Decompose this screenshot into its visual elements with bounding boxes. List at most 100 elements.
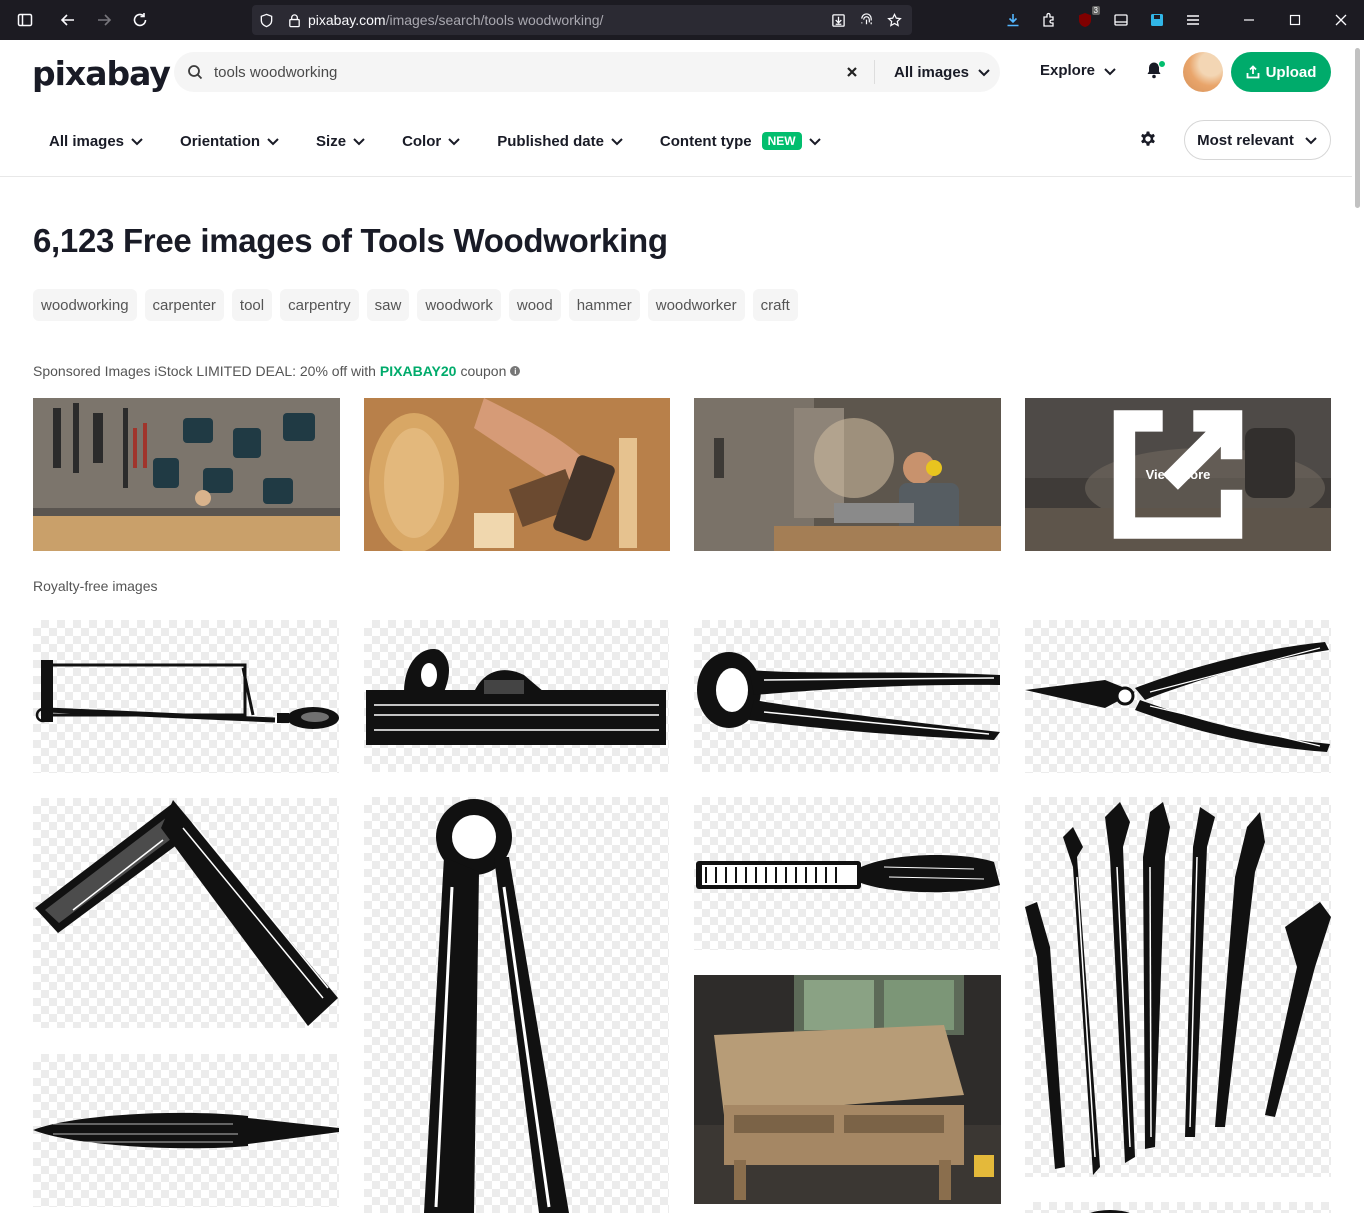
settings-gear-icon[interactable] (1138, 130, 1158, 150)
tag-chip[interactable]: wood (508, 289, 561, 321)
close-window-icon[interactable] (1318, 0, 1364, 40)
notification-dot (1158, 60, 1166, 68)
pixabay-logo[interactable]: pixabay (32, 54, 171, 93)
image-pincers-closeup[interactable] (364, 797, 669, 1213)
menu-icon[interactable] (1175, 0, 1211, 40)
upload-icon (1246, 65, 1259, 79)
tag-chip[interactable]: carpentry (280, 289, 359, 321)
clear-search-icon[interactable] (842, 62, 862, 82)
page-title: 6,123 Free images of Tools Woodworking (33, 222, 668, 259)
sponsored-image-hand-plane[interactable] (364, 398, 670, 551)
page: pixabay All images Explore Up (0, 40, 1352, 1213)
chevron-down-icon (267, 138, 279, 146)
filter-color[interactable]: Color (402, 133, 461, 150)
sponsored-image-view-more[interactable]: View more (1025, 398, 1331, 551)
chevron-down-icon (448, 138, 460, 146)
sponsored-banner: Sponsored Images iStock LIMITED DEAL: 20… (33, 363, 521, 379)
lock-icon[interactable] (280, 5, 308, 35)
reload-icon[interactable] (122, 0, 158, 40)
sponsored-image-tools-wall[interactable] (33, 398, 340, 551)
tag-chip[interactable]: craft (752, 289, 798, 321)
search-input[interactable] (214, 63, 834, 81)
filter-all-images[interactable]: All images (49, 133, 144, 150)
notifications-bell-icon[interactable] (1144, 60, 1166, 82)
image-file[interactable] (33, 1054, 339, 1207)
view-more-overlay[interactable]: View more (1025, 398, 1331, 551)
tag-chip[interactable]: hammer (568, 289, 640, 321)
filter-label: Color (402, 132, 442, 150)
upload-label: Upload (1265, 63, 1317, 81)
chevron-down-icon (1305, 137, 1317, 145)
sort-label: Most relevant (1197, 131, 1294, 149)
forward-icon[interactable] (86, 0, 122, 40)
info-icon[interactable]: i (510, 366, 521, 376)
chevron-down-icon (611, 138, 623, 146)
filter-label: Content type (659, 132, 752, 150)
tag-chip[interactable]: woodworker (647, 289, 745, 321)
chevron-down-icon (353, 138, 365, 146)
image-drill-bits[interactable] (1025, 797, 1331, 1177)
search-scope-dropdown[interactable]: All images (894, 52, 991, 92)
shield-icon[interactable] (252, 5, 280, 35)
image-partial-bottom[interactable] (1025, 1202, 1331, 1213)
sponsored-image-carpenter-saw[interactable] (694, 398, 1001, 551)
downloads-icon[interactable] (995, 0, 1031, 40)
save-extension-icon[interactable] (1139, 0, 1175, 40)
search-scope-label: All images (894, 63, 970, 81)
search-icon[interactable] (176, 64, 214, 80)
extension-badge: 3 (1091, 6, 1100, 15)
sort-dropdown[interactable]: Most relevant (1184, 120, 1331, 160)
explore-menu[interactable]: Explore (1040, 62, 1117, 79)
chevron-down-icon (978, 69, 990, 77)
filter-orientation[interactable]: Orientation (180, 133, 280, 150)
save-page-icon[interactable] (824, 5, 852, 35)
ublock-icon[interactable]: 3 (1067, 0, 1103, 40)
section-label: Royalty-free images (33, 578, 158, 594)
tag-chip[interactable]: tool (231, 289, 273, 321)
filter-content-type[interactable]: Content type NEW (660, 132, 822, 150)
explore-label: Explore (1040, 62, 1096, 79)
chevron-down-icon (131, 138, 143, 146)
scrollbar-thumb[interactable] (1355, 48, 1360, 208)
filter-published-date[interactable]: Published date (497, 133, 624, 150)
browser-toolbar: pixabay.com/images/search/tools woodwork… (0, 0, 1364, 40)
tag-chip[interactable]: saw (366, 289, 410, 321)
minimize-icon[interactable] (1226, 0, 1272, 40)
filter-label: All images (49, 132, 125, 150)
fingerprint-icon[interactable] (852, 5, 880, 35)
maximize-icon[interactable] (1272, 0, 1318, 40)
extensions-icon[interactable] (1031, 0, 1067, 40)
image-needle-nose-pliers[interactable] (1025, 620, 1331, 773)
bookmark-star-icon[interactable] (880, 5, 908, 35)
tag-chip[interactable]: carpenter (144, 289, 224, 321)
filter-bar: All images Orientation Size Color Publis… (0, 104, 1352, 177)
address-bar[interactable]: pixabay.com/images/search/tools woodwork… (252, 5, 912, 35)
reader-view-icon[interactable] (1103, 0, 1139, 40)
image-workbench-photo[interactable] (694, 975, 1001, 1204)
coupon-code[interactable]: PIXABAY20 (380, 363, 457, 379)
filter-label: Size (316, 132, 347, 150)
image-carpenter-square[interactable] (33, 798, 339, 1028)
sponsored-suffix: coupon (460, 363, 507, 379)
back-icon[interactable] (50, 0, 86, 40)
sidebar-toggle-icon[interactable] (0, 0, 50, 40)
new-badge: NEW (761, 132, 802, 150)
filter-label: Published date (497, 132, 604, 150)
upload-button[interactable]: Upload (1231, 52, 1331, 92)
tag-chip[interactable]: woodwork (417, 289, 501, 321)
chevron-down-icon (1104, 67, 1116, 75)
search-bar: All images (174, 52, 1000, 92)
image-chisel[interactable] (694, 797, 1000, 950)
image-end-cutting-pliers[interactable] (694, 620, 1000, 772)
filter-size[interactable]: Size (316, 133, 366, 150)
user-avatar[interactable] (1183, 52, 1223, 92)
chevron-down-icon (808, 138, 821, 146)
image-hand-plane-drawing[interactable] (364, 620, 669, 772)
image-hacksaw[interactable] (33, 620, 339, 773)
tag-chip[interactable]: woodworking (33, 289, 137, 321)
page-scrollbar[interactable] (1352, 40, 1364, 1213)
url-text: pixabay.com/images/search/tools woodwork… (308, 12, 604, 28)
external-link-icon (1113, 410, 1243, 539)
search-divider (874, 60, 875, 84)
site-header: pixabay All images Explore Up (0, 40, 1352, 104)
